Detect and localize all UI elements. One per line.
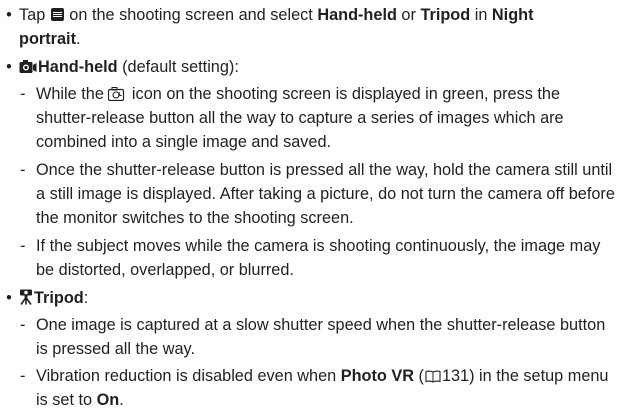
tripod-label: Tripod: [34, 289, 84, 307]
hand-held-label: Hand-held: [38, 58, 118, 76]
manual-page: • Tap on the shooting screen and select …: [0, 0, 633, 409]
menu-icon: [50, 8, 64, 21]
night-portrait-icon: [108, 87, 126, 101]
option-hand-held: Hand-held: [317, 6, 397, 24]
option-tripod: Tripod: [420, 6, 471, 24]
handheld-camera-icon: [19, 59, 37, 74]
reference-book-icon: [425, 367, 441, 383]
page-reference[interactable]: 131: [442, 367, 469, 385]
tripod-icon: [19, 289, 33, 305]
on-value: On: [96, 391, 120, 409]
bullet-text: Tap on the shooting screen and select Ha…: [19, 6, 534, 24]
mode-name: Night: [491, 6, 534, 24]
bullet-symbol: •: [6, 6, 12, 24]
photo-vr-label: Photo VR: [340, 367, 414, 385]
